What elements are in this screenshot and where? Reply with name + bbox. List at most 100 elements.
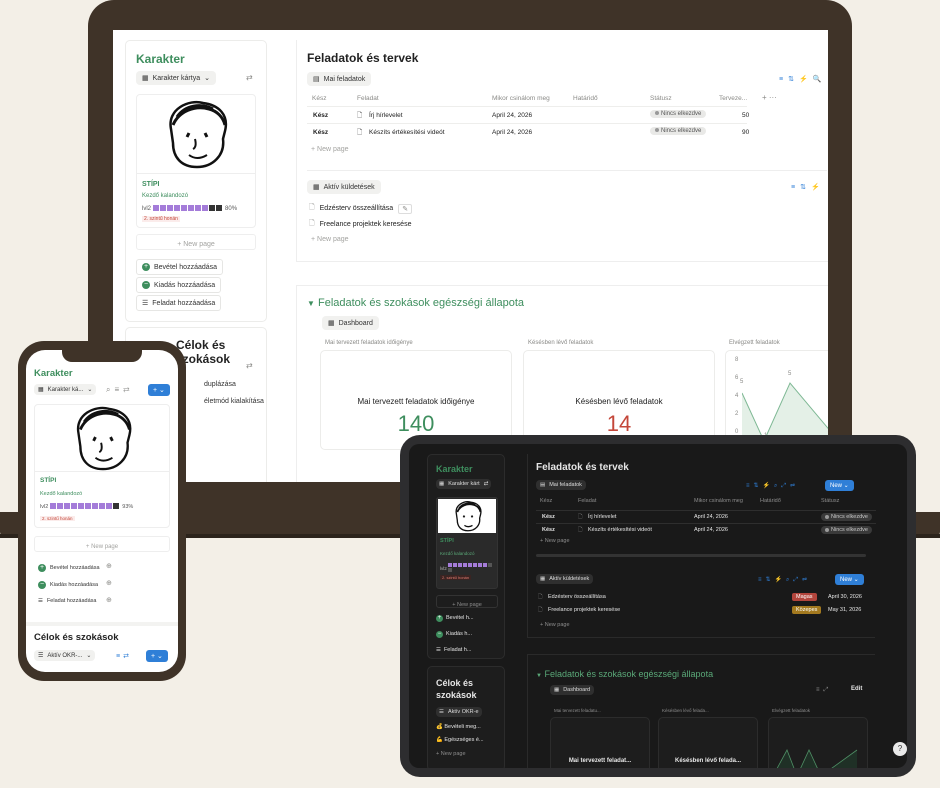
quest-name[interactable]: Freelance projektek keresése (548, 607, 620, 613)
active-item[interactable]: 🗋 Edzésterv összeállítása ✎ (309, 203, 413, 214)
column-header[interactable]: Határidő (760, 498, 781, 504)
tablet-tasks-new-page[interactable]: + New page (540, 538, 570, 544)
column-header[interactable]: Feladat (578, 498, 596, 504)
task-name[interactable]: Készíts értékesítési videót (588, 527, 652, 533)
phone-view-selector[interactable]: ▦ Karakter ká... ⌄ (34, 384, 97, 395)
task-name[interactable]: Írj hírlevelet (588, 514, 616, 520)
tablet-view-selector[interactable]: ▦ Karakter kárt ⇄ (436, 479, 492, 489)
active-quest-row[interactable]: 🗋 Edzésterv összeállítása Magas April 30, 2… (536, 592, 866, 604)
tablet-new-page[interactable]: + New page (436, 595, 498, 608)
active-quest-row[interactable]: 🗋 Freelance projektek keresése Közepes May … (536, 605, 866, 617)
tasks-new-page[interactable]: + New page (311, 146, 349, 153)
column-header[interactable]: Terveze... (719, 95, 747, 102)
filter-sort-icons[interactable]: ≡⇅⚡ (791, 183, 825, 191)
done-cell[interactable]: Kész (542, 514, 555, 520)
quest-date[interactable]: May 31, 2026 (828, 607, 861, 613)
settings-icon[interactable]: ⇄ (246, 73, 253, 82)
phone-new-page[interactable]: + New page (34, 536, 170, 552)
column-header[interactable]: Kész (312, 95, 326, 102)
task-date[interactable]: April 24, 2026 (694, 527, 728, 533)
add-expense-button[interactable]: − Kiadás hozzáadása (136, 277, 222, 293)
tab-dashboard[interactable]: ▦ Dashboard (322, 316, 379, 330)
column-header[interactable]: Feladat (357, 95, 379, 102)
quest-date[interactable]: April 30, 2026 (828, 594, 862, 600)
help-button[interactable]: ? (893, 742, 907, 756)
task-row[interactable]: Kész 🗋 Készíts értékesítési videót April 24… (307, 123, 749, 140)
tablet-widget-overdue[interactable]: Késésben lévő felada... (658, 717, 758, 768)
character-card[interactable]: STÍPI Kezdő kalandozó lvl2 80% 2. szintű… (136, 94, 256, 228)
tablet-new-button[interactable]: New ⌄ (825, 480, 854, 491)
goal-item[interactable]: életmód kialakítása (204, 398, 264, 405)
phone-character-card[interactable]: STÍPI Kezdő kalandozó lvl2 93% 2. szintű… (34, 404, 170, 528)
tab-mai-feladatok[interactable]: ▤ Mai feladatok (307, 72, 372, 86)
phone-add-expense[interactable]: − Kiadás hozzáadása (34, 579, 103, 591)
phone-new-button[interactable]: + ⌄ (148, 384, 170, 396)
tablet-add-income[interactable]: + Bevétel h... (436, 615, 474, 622)
column-header[interactable]: Státusz (650, 95, 672, 102)
status-badge[interactable]: Nincs elkezdve (650, 127, 707, 135)
done-cell[interactable]: Kész (313, 112, 328, 119)
tablet-add-task[interactable]: ☰ Feladat h... (436, 647, 471, 653)
task-date[interactable]: April 24, 2026 (694, 514, 728, 520)
phone-add-task[interactable]: ☰ Feladat hozzáadása (34, 596, 101, 606)
tablet-tab-mai[interactable]: ▤ Mai feladatok (536, 480, 586, 490)
task-date[interactable]: April 24, 2026 (492, 129, 532, 136)
active-new-page[interactable]: + New page (311, 236, 349, 243)
task-row[interactable]: Kész 🗋 Készíts értékesítési videót April 24… (536, 523, 876, 536)
tablet-goals-view[interactable]: ☰ Aktív OKR-e (436, 707, 482, 717)
triangle-down-icon[interactable]: ▼ (307, 299, 315, 308)
status-badge[interactable]: Nincs elkezdve (650, 110, 707, 118)
done-cell[interactable]: Kész (313, 129, 328, 136)
priority-tag[interactable]: Magas (792, 593, 817, 601)
status-badge[interactable]: Nincs elkezdve (821, 526, 872, 534)
tablet-tab-dashboard[interactable]: ▦ Dashboard (550, 685, 595, 695)
done-cell[interactable]: Kész (542, 527, 555, 533)
goal-item[interactable]: duplázása (204, 381, 236, 388)
status-badge[interactable]: Nincs elkezdve (821, 513, 872, 521)
phone-filter-icons[interactable]: ≡⇄ (116, 652, 132, 660)
tablet-goals-new-page[interactable]: + New page (436, 751, 466, 757)
add-income-button[interactable]: + Bevétel hozzáadása (136, 259, 224, 275)
quest-name[interactable]: Edzésterv összeállítása (548, 594, 606, 600)
column-header[interactable]: Határidő (573, 95, 598, 102)
tablet-active-new[interactable]: New ⌄ (835, 574, 864, 585)
goal-item[interactable]: 💪 Egészséges é... (436, 737, 484, 743)
horizontal-scrollbar[interactable] (536, 554, 866, 557)
tab-aktiv-kuldetesek[interactable]: ▦ Aktív küldetések (307, 180, 381, 194)
new-page-button[interactable]: + New page (136, 234, 256, 250)
task-date[interactable]: April 24, 2026 (492, 112, 532, 119)
add-column-icon[interactable]: + ··· (762, 93, 777, 102)
column-header[interactable]: Mikor csinálom meg (492, 95, 550, 102)
active-item[interactable]: 🗋 Freelance projektek keresése (309, 219, 411, 230)
tablet-active-new-page[interactable]: + New page (540, 622, 570, 628)
planned-time[interactable]: 50 (742, 112, 749, 119)
character-view-selector[interactable]: ▦ Karakter kártya ⌄ (136, 71, 216, 85)
task-row[interactable]: Kész 🗋 Írj hírlevelet April 24, 2026 Nincs e… (536, 510, 876, 523)
tablet-health-icons[interactable]: ≡⤢ (816, 687, 832, 694)
task-name[interactable]: Írj hírlevelet (369, 112, 403, 119)
edit-icon[interactable]: ✎ (398, 203, 413, 214)
filter-sort-icons[interactable]: ≡⇅⚡🔍 (779, 75, 826, 83)
task-name[interactable]: Készíts értékesítési videót (369, 129, 445, 136)
tablet-widget-planned[interactable]: Mai tervezett feladat... (550, 717, 650, 768)
add-task-button[interactable]: ☰ Feladat hozzáadása (136, 295, 222, 311)
add-icon[interactable]: ⊕ (106, 596, 112, 604)
phone-goals-new[interactable]: + ⌄ (146, 650, 168, 662)
phone-goals-view[interactable]: ☰ Aktív OKR-... ⌄ (34, 650, 96, 661)
tablet-widget-completed-chart[interactable] (768, 717, 868, 768)
phone-add-income[interactable]: + Bevétel hozzáadása (34, 562, 104, 574)
priority-tag[interactable]: Közepes (792, 606, 822, 614)
tablet-tab-aktiv[interactable]: ▦ Aktív küldetések (536, 574, 594, 584)
tablet-filter-icons[interactable]: ≡⇅⚡⌕⤢⇄ (758, 576, 811, 584)
tablet-filter-icons[interactable]: ≡⇅⚡⌕⤢⇄ (746, 482, 799, 490)
column-header[interactable]: Státusz (821, 498, 839, 504)
column-header[interactable]: Mikor csinálom meg (694, 498, 743, 504)
add-icon[interactable]: ⊕ (106, 579, 112, 587)
phone-toolbar-icons[interactable]: ⌕≡⇄ (106, 385, 134, 395)
tablet-add-expense[interactable]: − Kiadás h... (436, 631, 472, 638)
tablet-character-card[interactable]: STÍPI Kezdő kalandozó lvl2 2. szintű hon… (436, 497, 498, 589)
goal-item[interactable]: 💰 Bevételi meg... (436, 724, 481, 730)
add-icon[interactable]: ⊕ (106, 562, 112, 570)
task-row[interactable]: Kész 🗋 Írj hírlevelet April 24, 2026 Nincs e… (307, 106, 749, 123)
column-header[interactable]: Kész (540, 498, 552, 504)
